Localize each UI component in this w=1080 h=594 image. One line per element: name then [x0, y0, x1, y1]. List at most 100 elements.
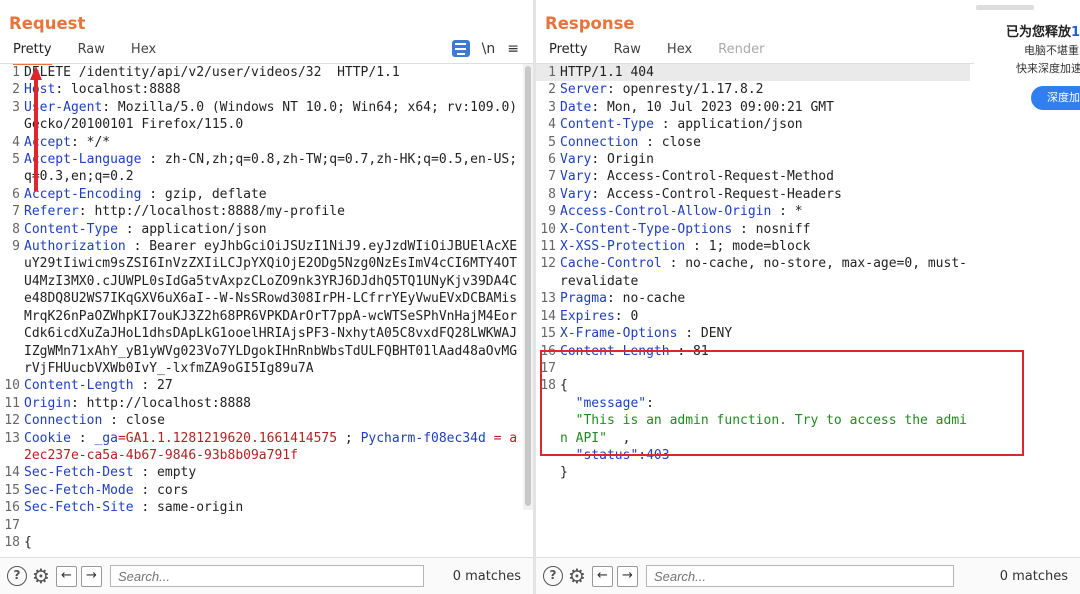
gear-icon[interactable]: ⚙ [568, 566, 586, 586]
line-text: Host: localhost:8888 [24, 81, 519, 98]
header-name: Authorization [24, 239, 126, 255]
header-name: Server [560, 82, 607, 98]
code-line: 18{ [0, 534, 519, 551]
header-name: X-Content-Type-Options [560, 221, 733, 237]
request-tab-pretty[interactable]: Pretty [13, 41, 52, 65]
response-tab-hex[interactable]: Hex [667, 41, 692, 63]
header-name: X-XSS-Protection [560, 239, 686, 255]
line-number: 5 [12, 152, 20, 168]
response-tab-raw[interactable]: Raw [614, 41, 641, 63]
line-number: 13 [540, 291, 556, 307]
code-line: 2 Host: localhost:8888 [0, 81, 519, 98]
line-text: } [560, 464, 970, 481]
ad-accelerate-button[interactable]: 深度加速 [1031, 86, 1080, 110]
response-tab-pretty[interactable]: Pretty [549, 41, 588, 65]
token: : [70, 430, 95, 446]
token: : same-origin [133, 500, 244, 516]
response-title: Response [545, 14, 635, 33]
response-search-bar: ? ⚙ ← → 0 matches [536, 557, 1080, 594]
code-line: 14 Expires: 0 [536, 308, 970, 325]
help-icon[interactable]: ? [7, 566, 27, 586]
code-line: } [536, 464, 970, 481]
line-text: X-Content-Type-Options : nosniff [560, 221, 970, 238]
line-number: 4 [12, 134, 20, 150]
token: : openresty/1.17.8.2 [606, 82, 764, 98]
code-line: 15 Sec-Fetch-Mode : cors [0, 482, 519, 499]
line-number: 7 [548, 169, 556, 185]
response-search-input[interactable] [645, 565, 954, 587]
line-text: Sec-Fetch-Mode : cors [24, 482, 519, 499]
header-name: Cookie [24, 430, 71, 446]
line-number [536, 464, 560, 481]
gear-icon[interactable]: ⚙ [32, 566, 50, 586]
code-line: 9 Authorization : Bearer eyJhbGciOiJSUzI1… [0, 238, 519, 377]
code-line: 11 Origin: http://localhost:8888 [0, 395, 519, 412]
prev-match-button[interactable]: ← [55, 565, 77, 587]
ad-popup[interactable]: 已为您释放10 电脑不堪重 快来深度加速 深度加速 [974, 0, 1080, 120]
line-text: Connection : close [560, 134, 970, 151]
token: { [24, 534, 32, 550]
code-line: 1 DELETE /identity/api/v2/user/videos/32 … [0, 64, 519, 81]
token: : DENY [677, 326, 733, 342]
line-text: Vary: Origin [560, 151, 970, 168]
header-name: Content-Type [24, 221, 118, 237]
prev-match-button[interactable]: ← [591, 565, 613, 587]
next-match-button[interactable]: → [616, 565, 638, 587]
response-tab-render[interactable]: Render [718, 41, 764, 63]
token: : Access-Control-Request-Headers [591, 186, 842, 202]
request-tab-raw[interactable]: Raw [78, 41, 105, 63]
line-text [24, 517, 519, 534]
code-line: 16 Sec-Fetch-Site : same-origin [0, 499, 519, 516]
help-icon[interactable]: ? [543, 566, 563, 586]
header-name: Referer [24, 204, 79, 220]
code-line: 3 User-Agent: Mozilla/5.0 (Windows NT 10.… [0, 99, 519, 134]
request-search-input[interactable] [109, 565, 424, 587]
line-number: 12 [4, 413, 20, 429]
line-number: 11 [540, 239, 556, 255]
line-number: 3 [548, 99, 556, 115]
header-name: Connection [24, 413, 103, 429]
code-line: 3 Date: Mon, 10 Jul 2023 09:00:21 GMT [536, 99, 970, 116]
line-text: DELETE /identity/api/v2/user/videos/32 H… [24, 64, 519, 81]
request-editor[interactable]: 1 DELETE /identity/api/v2/user/videos/32 … [0, 64, 519, 558]
header-name: Sec-Fetch-Site [24, 500, 134, 516]
token: : close [638, 134, 701, 150]
header-name: Vary [560, 186, 592, 202]
header-name: Expires [560, 308, 615, 324]
header-name: Connection [560, 134, 639, 150]
response-editor[interactable]: 1 HTTP/1.1 404 2 Server: openresty/1.17.8.2… [536, 64, 970, 558]
response-match-count: 0 matches [999, 568, 1068, 584]
code-line: 15 X-Frame-Options : DENY [536, 325, 970, 342]
header-name: Sec-Fetch-Dest [24, 465, 134, 481]
request-scrollbar[interactable] [523, 64, 533, 510]
newline-toggle[interactable]: \n [482, 41, 496, 57]
line-number: 4 [548, 117, 556, 133]
line-number: 14 [540, 308, 556, 324]
token: : http://localhost:8888/my-profile [78, 204, 345, 220]
line-text: Sec-Fetch-Site : same-origin [24, 499, 519, 516]
code-line: 4 Content-Type : application/json [536, 116, 970, 133]
line-number: 8 [12, 221, 20, 237]
word-wrap-icon[interactable] [451, 40, 470, 57]
line-number: 6 [12, 186, 20, 202]
code-line: 10 X-Content-Type-Options : nosniff [536, 221, 970, 238]
code-line: 5 Accept-Language : zh-CN,zh;q=0.8,zh-TW;… [0, 151, 519, 186]
line-text: HTTP/1.1 404 [560, 64, 970, 81]
token: : */* [70, 134, 111, 150]
code-line: 12 Connection : close [0, 412, 519, 429]
line-number: 11 [4, 395, 20, 411]
line-text: Accept: */* [24, 134, 519, 151]
token: /identity/api/v2/user/videos/32 HTTP/1.1 [70, 65, 400, 80]
token: : Bearer eyJhbGciOiJSUzI1NiJ9.eyJzdWIiOi… [24, 239, 518, 376]
line-text: Access-Control-Allow-Origin : * [560, 203, 970, 220]
next-match-button[interactable]: → [80, 565, 102, 587]
code-line: 13 Pragma: no-cache [536, 290, 970, 307]
line-number: 7 [12, 204, 20, 220]
code-line: 7 Vary: Access-Control-Request-Method [536, 168, 970, 185]
code-line: 8 Content-Type : application/json [0, 221, 519, 238]
line-number: 16 [4, 500, 20, 516]
token: : http://localhost:8888 [70, 395, 251, 411]
menu-icon[interactable]: ≡ [507, 41, 519, 57]
line-number: 3 [12, 99, 20, 115]
request-tab-hex[interactable]: Hex [131, 41, 156, 63]
